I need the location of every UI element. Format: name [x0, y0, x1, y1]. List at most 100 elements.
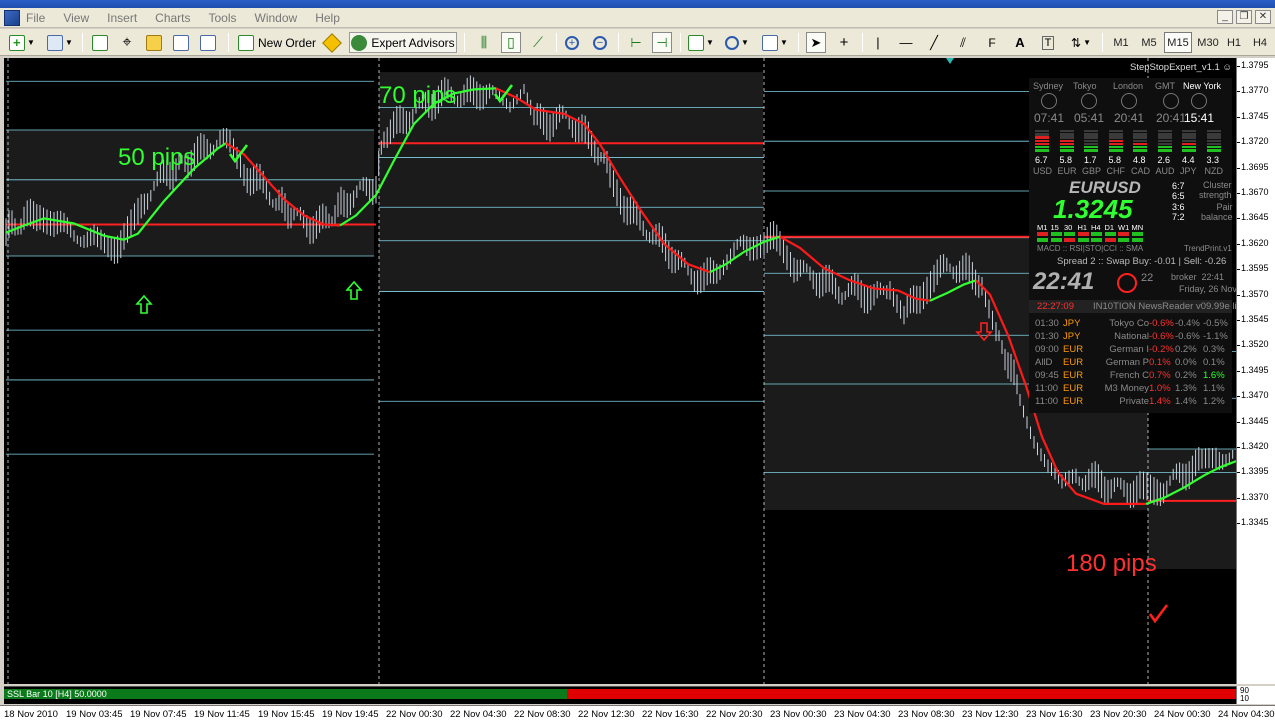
strength-bar-segment [1084, 139, 1098, 142]
strength-bar-segment [1157, 133, 1172, 136]
indicators-button[interactable]: ▼ [686, 32, 716, 53]
strength-bar-segment [1059, 136, 1074, 139]
news-n: M3 Money [1104, 383, 1149, 394]
tf-signal-cell [1077, 238, 1089, 242]
analog-clock-icon [1191, 93, 1207, 109]
cluster-label: Cluster strength [1199, 180, 1232, 200]
time-label: 19 Nov 11:45 [194, 709, 250, 720]
tf-label: MN [1131, 223, 1144, 232]
chart-shift-button[interactable]: ⊣ [652, 32, 672, 53]
tf-signal-cell [1131, 232, 1143, 236]
spread-swap: Spread 2 :: Swap Buy: -0.01 | Sell: -0.2… [1057, 256, 1227, 267]
strength-bar-segment [1206, 130, 1221, 133]
news-a: 1.0% [1149, 383, 1171, 394]
strength-value: 5.8 [1059, 155, 1073, 165]
strength-bar-segment [1157, 136, 1172, 139]
candlestick-button[interactable]: ▯ [501, 32, 521, 53]
price-chart[interactable]: 50 pips 70 pips 180 pips StepStopExpert_… [4, 58, 1236, 684]
news-a: -0.6% [1149, 331, 1174, 342]
periods-button[interactable]: ▼ [722, 32, 752, 53]
profiles-button[interactable]: ▼ [46, 32, 74, 53]
strength-bar-segment [1084, 133, 1098, 136]
price-tick [1237, 218, 1240, 220]
time-label: 23 Nov 04:30 [834, 709, 891, 720]
text-button[interactable]: A [1010, 32, 1030, 53]
timeframe-h4[interactable]: H4 [1250, 32, 1270, 53]
news-n: German I [1109, 344, 1149, 355]
price-tick [1237, 142, 1240, 144]
market-watch-button[interactable] [90, 32, 110, 53]
text-label-button[interactable]: T [1038, 32, 1058, 53]
line-chart-icon: ⟋ [533, 34, 543, 50]
timeframe-m15[interactable]: M15 [1164, 32, 1192, 53]
new-chart-button[interactable]: + ▼ [6, 32, 38, 53]
news-b: 0.2% [1175, 370, 1197, 381]
crosshair-button[interactable]: + [834, 32, 854, 53]
templates-button[interactable]: ▼ [760, 32, 790, 53]
tf-label: M1 [1037, 223, 1048, 232]
menu-insert[interactable]: Insert [107, 11, 147, 25]
strength-bar-segment [1035, 136, 1049, 139]
currency-code: NZD [1204, 166, 1224, 176]
price-tick [1237, 345, 1240, 347]
strength-bar-segment [1133, 146, 1147, 149]
minimize-button[interactable]: _ [1217, 10, 1233, 24]
menu-help[interactable]: Help [315, 11, 350, 25]
time-label: 23 Nov 12:30 [962, 709, 1019, 720]
broker-date: Friday, 26 Nov [1179, 284, 1236, 294]
vertical-line-button[interactable]: | [870, 32, 886, 53]
text-label-icon: T [1041, 35, 1055, 50]
menu-view[interactable]: View [63, 11, 99, 25]
price-axis[interactable]: 1.3795 1.3770 1.3745 1.3720 1.3695 1.3670 1.36… [1236, 58, 1275, 684]
data-window-button[interactable]: ⌖ [117, 32, 137, 53]
time-label: 23 Nov 00:30 [770, 709, 827, 720]
terminal-button[interactable] [171, 32, 191, 53]
timeframe-m5[interactable]: M5 [1138, 32, 1160, 53]
price-label: 1.3420 [1241, 441, 1269, 451]
time-axis[interactable]: 18 Nov 2010 19 Nov 03:45 19 Nov 07:45 19 No… [0, 705, 1275, 723]
tf-signal-cell [1104, 238, 1116, 242]
price-tick [1237, 497, 1240, 499]
app-icon[interactable] [4, 10, 20, 26]
restore-button[interactable]: ❐ [1236, 10, 1252, 24]
new-order-button[interactable]: New Order [236, 32, 318, 53]
news-c: EUR [1063, 396, 1084, 407]
arrows-button[interactable]: ⇅ ▼ [1066, 32, 1096, 53]
warning-button[interactable] [322, 32, 342, 53]
fibonacci-button[interactable]: F [982, 32, 1002, 53]
strength-bar-segment [1157, 130, 1172, 133]
strength-value: 3.3 [1206, 155, 1220, 165]
timeframe-m1[interactable]: M1 [1110, 32, 1132, 53]
time-label: 23 Nov 16:30 [1026, 709, 1083, 720]
horizontal-line-button[interactable]: — [896, 32, 916, 53]
strength-bar-segment [1108, 146, 1123, 149]
navigator-button[interactable] [144, 32, 164, 53]
trendline-button[interactable]: ╱ [924, 32, 944, 53]
menu-charts[interactable]: Charts [155, 11, 200, 25]
zoom-in-button[interactable]: + [562, 32, 582, 53]
equidistant-channel-button[interactable]: ⫽ [952, 32, 974, 53]
price-tick [1237, 523, 1240, 525]
zoom-out-button[interactable]: − [590, 32, 610, 53]
line-chart-button[interactable]: ⟋ [528, 32, 548, 53]
timeframe-m30[interactable]: M30 [1194, 32, 1222, 53]
strength-bar-segment [1206, 149, 1221, 152]
news-t: 09:00 [1035, 344, 1059, 355]
tf-signal-cell [1050, 232, 1062, 236]
menu-window[interactable]: Window [255, 11, 308, 25]
menu-tools[interactable]: Tools [209, 11, 247, 25]
news-t: 11:00 [1035, 383, 1059, 394]
cursor-button[interactable]: ➤ [806, 32, 826, 53]
strength-bar-segment [1182, 146, 1196, 149]
strategy-tester-button[interactable] [198, 32, 218, 53]
expert-advisors-button[interactable]: Expert Advisors [349, 32, 457, 53]
price-tick [1237, 243, 1240, 245]
close-button[interactable]: ✕ [1255, 10, 1271, 24]
bar-chart-button[interactable]: ⫼ [474, 32, 494, 53]
auto-scroll-button[interactable]: ⊢ [626, 32, 646, 53]
menu-file[interactable]: File [26, 11, 55, 25]
cursor-arrow-icon: ➤ [810, 34, 822, 50]
tf-label: D1 [1104, 223, 1115, 232]
time-label: 24 Nov 00:30 [1154, 709, 1211, 720]
timeframe-h1[interactable]: H1 [1224, 32, 1244, 53]
